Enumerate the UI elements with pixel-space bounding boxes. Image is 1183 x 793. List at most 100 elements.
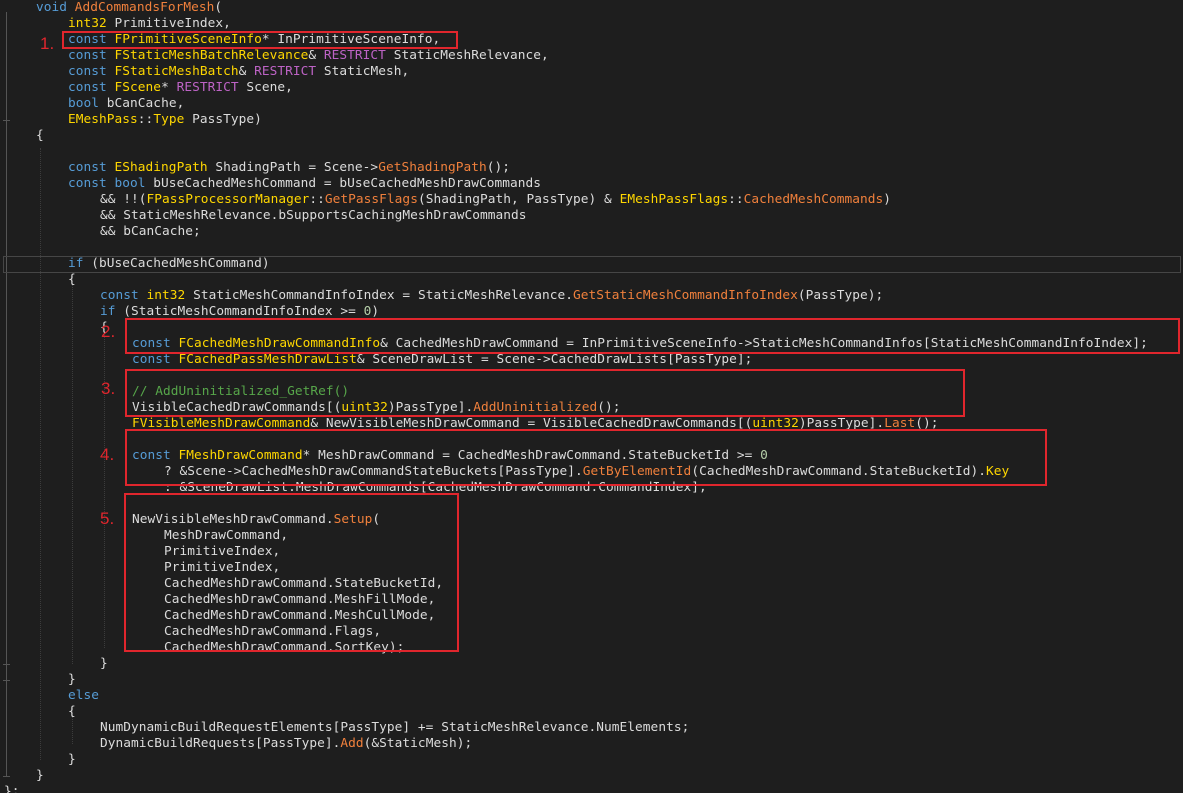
code-token: StaticMeshCommandInfoIndex = StaticMeshR… [185,288,574,303]
code-line[interactable]: && !!(FPassProcessorManager::GetPassFlag… [100,192,891,208]
code-line[interactable]: const bool bUseCachedMeshCommand = bUseC… [68,176,541,192]
code-line[interactable]: { [36,128,44,144]
code-token: AddCommandsForMesh [74,0,215,15]
code-token: DynamicBuildRequests[PassType]. [100,736,341,751]
code-line[interactable]: && StaticMeshRelevance.bSupportsCachingM… [100,208,527,224]
code-line[interactable]: void AddCommandsForMesh( [36,0,222,16]
code-token: && StaticMeshRelevance.bSupportsCachingM… [100,208,527,223]
code-line[interactable]: EMeshPass::Type PassType) [68,112,262,128]
outline-fold-line [6,12,7,776]
code-token: } [100,656,108,671]
code-token: & [238,64,255,79]
code-line[interactable]: DynamicBuildRequests[PassType].Add(&Stat… [100,736,472,752]
code-token: Add [340,736,364,751]
code-token: const [68,64,115,79]
code-line[interactable]: { [68,272,76,288]
highlight-box-4 [125,429,1047,486]
code-token: RESTRICT [176,80,239,95]
code-token: StaticMesh, [316,64,410,79]
code-token: & [308,48,324,63]
code-token: else [68,688,100,703]
code-token: FScene [114,80,162,95]
code-token: & SceneDrawList = Scene->CachedDrawLists… [356,352,753,367]
highlight-box-3 [125,369,965,417]
code-token: GetShadingPath [378,160,487,175]
code-token: && !!( [100,192,147,207]
code-token: GetStaticMeshCommandInfoIndex [573,288,798,303]
code-token: ( [214,0,223,15]
code-token: (); [486,160,511,175]
code-token: { [36,128,44,143]
code-line[interactable]: const FStaticMeshBatch& RESTRICT StaticM… [68,64,409,80]
code-token: EMeshPassFlags [619,192,729,207]
code-token: int32 [68,16,107,31]
highlight-box-5 [124,493,459,652]
code-token: bUseCachedMeshCommand = bUseCachedMeshDr… [145,176,542,191]
annotation-label-2: 2. [101,322,116,341]
indent-guide [40,148,41,760]
code-token: FStaticMeshBatchRelevance [114,48,309,63]
code-token: (ShadingPath, PassType) & [417,192,620,207]
code-line[interactable]: const EShadingPath ShadingPath = Scene->… [68,160,510,176]
code-line[interactable]: const FCachedPassMeshDrawList& SceneDraw… [132,352,752,368]
code-token: NumDynamicBuildRequestElements[PassType]… [100,720,690,735]
code-token: const [68,160,115,175]
code-token: (PassType); [797,288,884,303]
code-line[interactable]: else [68,688,99,704]
code-token: if [100,304,116,319]
code-token: PassType) [184,112,262,127]
code-token: } [68,752,76,767]
code-editor[interactable]: void AddCommandsForMesh(int32 PrimitiveI… [0,0,1183,793]
code-token: EShadingPath [114,160,208,175]
code-token: (bUseCachedMeshCommand) [83,256,270,271]
code-token: CachedMeshCommands [743,192,884,207]
code-token: PrimitiveIndex, [106,16,231,31]
code-token: FStaticMeshBatch [114,64,239,79]
code-line[interactable]: } [68,672,76,688]
code-token: const [100,288,147,303]
code-line[interactable]: const FStaticMeshBatchRelevance& RESTRIC… [68,48,549,64]
fold-marker [3,664,10,665]
code-token: } [68,672,76,687]
code-line[interactable]: bool bCanCache, [68,96,184,112]
code-line[interactable]: const FScene* RESTRICT Scene, [68,80,293,96]
code-token: int32 [146,288,186,303]
code-token: ShadingPath = Scene-> [207,160,379,175]
code-token: }; [4,784,20,793]
code-line[interactable]: }; [4,784,20,793]
code-token: { [68,272,76,287]
code-token: (&StaticMesh); [363,736,473,751]
code-line[interactable]: { [68,704,76,720]
annotation-label-1: 1. [40,34,55,53]
code-token: bool [68,96,100,111]
code-line[interactable]: int32 PrimitiveIndex, [68,16,231,32]
code-token: } [36,768,44,783]
annotation-label-5: 5. [100,509,115,528]
code-line[interactable]: } [36,768,44,784]
code-token: :: [309,192,325,207]
code-token: EMeshPass [68,112,138,127]
code-token: * [161,80,177,95]
code-token: const bool [68,176,146,191]
indent-guide [72,276,73,664]
editor-gutter [0,0,10,793]
code-line[interactable]: NumDynamicBuildRequestElements[PassType]… [100,720,689,736]
highlight-box-2 [125,318,1180,354]
code-token: StaticMeshRelevance, [385,48,549,63]
annotation-label-4: 4. [100,445,115,464]
code-line[interactable]: const int32 StaticMeshCommandInfoIndex =… [100,288,883,304]
fold-marker [3,120,10,121]
code-line[interactable]: && bCanCache; [100,224,201,240]
code-line[interactable]: if (bUseCachedMeshCommand) [68,256,270,272]
code-token: (StaticMeshCommandInfoIndex >= [115,304,364,319]
code-line[interactable]: } [100,656,108,672]
code-token: ) [371,304,380,319]
code-token: GetPassFlags [324,192,418,207]
indent-guide [104,324,105,648]
code-token: :: [728,192,744,207]
code-line[interactable]: } [68,752,76,768]
code-token: void [36,0,75,15]
code-token: FCachedPassMeshDrawList [178,352,357,367]
code-token: Type [153,112,185,127]
code-token: if [68,256,84,271]
